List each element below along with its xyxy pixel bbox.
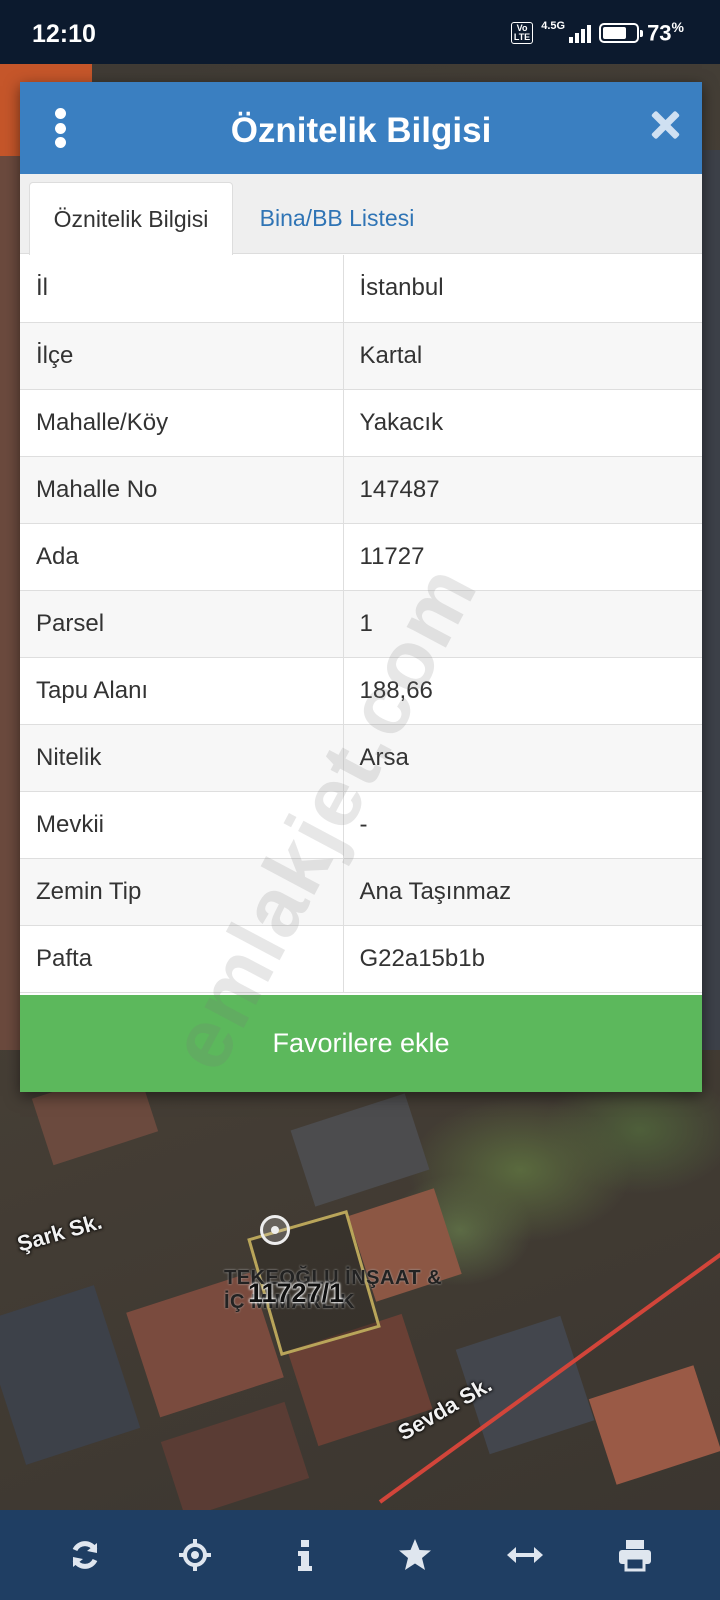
attribute-row: Zemin Tip Ana Taşınmaz xyxy=(20,858,702,925)
dialog-header: Öznitelik Bilgisi xyxy=(20,82,702,174)
attribute-key: Ada xyxy=(20,523,344,590)
attribute-row: Parsel 1 xyxy=(20,590,702,657)
attribute-key: Parsel xyxy=(20,590,344,657)
print-icon[interactable] xyxy=(605,1525,665,1585)
attribute-key: Zemin Tip xyxy=(20,858,344,925)
attribute-row: Mahalle/Köy Yakacık xyxy=(20,389,702,456)
attribute-row: İl İstanbul xyxy=(20,255,702,322)
refresh-icon[interactable] xyxy=(55,1525,115,1585)
parcel-pin-icon[interactable] xyxy=(260,1215,290,1245)
measure-icon[interactable] xyxy=(495,1525,555,1585)
tab-bar: Öznitelik Bilgisi Bina/BB Listesi xyxy=(20,174,702,255)
attribute-value: G22a15b1b xyxy=(359,944,485,972)
attribute-value: 1 xyxy=(359,609,373,637)
building-roof xyxy=(700,150,720,1050)
tab-attribute-info[interactable]: Öznitelik Bilgisi xyxy=(29,182,233,255)
attribute-row: Mevkii - xyxy=(20,791,702,858)
volte-icon: Vo LTE xyxy=(510,22,534,44)
attribute-key: Mahalle No xyxy=(20,456,344,523)
attribute-key: Mevkii xyxy=(20,791,344,858)
attribute-value: - xyxy=(359,810,368,838)
network-type: 4.5G xyxy=(541,19,566,32)
attribute-key: İlçe xyxy=(20,322,344,389)
attribute-key: Nitelik xyxy=(20,724,344,791)
bottom-toolbar xyxy=(0,1510,720,1600)
locate-icon[interactable] xyxy=(165,1525,225,1585)
attribute-value: Yakacık xyxy=(359,408,444,436)
building-roof xyxy=(0,1285,141,1465)
attribute-row: Nitelik Arsa xyxy=(20,724,702,791)
attribute-value: Ana Taşınmaz xyxy=(359,877,512,905)
status-bar: 12:10 Vo LTE 4.5G 73% xyxy=(0,0,720,64)
attribute-value: 11727 xyxy=(359,542,425,570)
attribute-key: Tapu Alanı xyxy=(20,657,344,724)
attribute-row: İlçe Kartal xyxy=(20,322,702,389)
attribute-value: 188,66 xyxy=(359,676,433,704)
dialog-title: Öznitelik Bilgisi xyxy=(230,111,492,150)
attribute-table: İl İstanbul İlçe Kartal Mahalle/Köy Yakacık Ma… xyxy=(20,255,702,993)
star-icon[interactable] xyxy=(385,1525,445,1585)
attribute-key: İl xyxy=(20,255,344,322)
attribute-dialog: Öznitelik Bilgisi Öznitelik Bilgisi Bina… xyxy=(20,82,702,1092)
tab-building-list[interactable]: Bina/BB Listesi xyxy=(242,182,432,255)
attribute-row: Mahalle No 147487 xyxy=(20,456,702,523)
attribute-row: Pafta G22a15b1b xyxy=(20,925,702,992)
status-indicators: Vo LTE 4.5G 73% xyxy=(510,18,684,48)
status-time: 12:10 xyxy=(32,20,96,48)
attribute-key: Pafta xyxy=(20,925,344,992)
attribute-row: Tapu Alanı 188,66 xyxy=(20,657,702,724)
battery-percent: 73% xyxy=(647,19,684,46)
attribute-value: Kartal xyxy=(359,341,423,369)
info-icon[interactable] xyxy=(275,1525,335,1585)
attribute-row: Ada 11727 xyxy=(20,523,702,590)
add-favorite-button[interactable]: Favorilere ekle xyxy=(20,995,702,1092)
battery-icon xyxy=(599,23,644,43)
attribute-value: İstanbul xyxy=(359,274,444,302)
building-roof xyxy=(160,1401,310,1519)
attribute-key: Mahalle/Köy xyxy=(20,389,344,456)
building-roof xyxy=(290,1093,430,1207)
attribute-value: Arsa xyxy=(359,743,409,771)
parcel-label: 11727/1 xyxy=(248,1278,345,1308)
close-icon[interactable] xyxy=(650,110,680,140)
building-roof xyxy=(0,150,22,1050)
building-roof xyxy=(588,1365,720,1485)
street-label-sark: Şark Sk. xyxy=(14,1208,105,1257)
attribute-value: 147487 xyxy=(359,475,440,503)
signal-icon xyxy=(569,23,592,43)
